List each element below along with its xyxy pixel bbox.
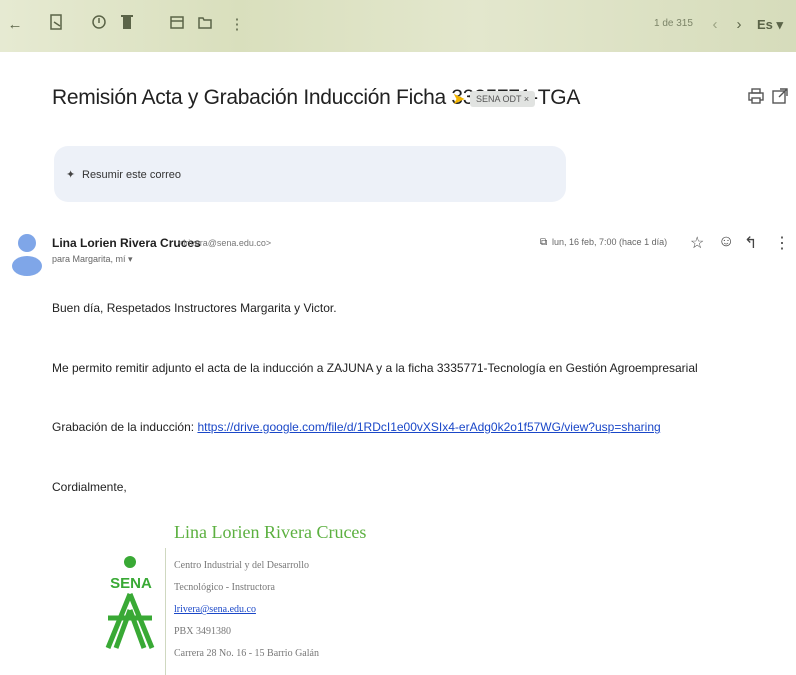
recording-label: Grabación de la inducción: (52, 420, 198, 434)
more-vert-message-icon[interactable]: ⋮ (774, 233, 790, 253)
mark-unread-icon[interactable] (166, 14, 188, 36)
move-to-icon[interactable] (194, 14, 216, 36)
print-icon[interactable] (748, 88, 764, 109)
important-marker-icon[interactable]: ➤ (452, 89, 465, 109)
closing-text: Cordialmente, (52, 480, 127, 494)
summarize-email-button[interactable]: ✦ Resumir este correo (54, 146, 566, 202)
recipients-dropdown[interactable]: para Margarita, mí ▾ (52, 254, 133, 265)
sena-logo: SENA (100, 552, 162, 652)
toolbar: ← ⋮ 1 de 315 ‹ › Es ▾ (0, 0, 796, 52)
delete-icon[interactable] (116, 14, 138, 36)
back-arrow-icon[interactable]: ← (4, 14, 26, 36)
sena-logo-text: SENA (110, 575, 152, 592)
archive-icon[interactable] (46, 14, 68, 36)
signature-line-1: Centro Industrial y del Desarrollo (174, 560, 309, 571)
star-icon[interactable]: ☆ (690, 233, 704, 253)
report-spam-icon[interactable] (88, 14, 110, 36)
chevron-left-icon[interactable]: ‹ (704, 14, 726, 36)
body-paragraph: Me permito remitir adjunto el acta de la… (52, 361, 698, 375)
recording-link[interactable]: https://drive.google.com/file/d/1RDcI1e0… (197, 420, 660, 434)
input-tools-button[interactable]: Es ▾ (752, 14, 788, 36)
greeting-text: Buen día, Respetados Instructores Margar… (52, 301, 337, 315)
pagination-count: 1 de 315 (654, 18, 693, 29)
signature-divider (165, 548, 166, 675)
sender-email: <lrivera@sena.edu.co> (178, 238, 272, 248)
signature-phone: PBX 3491380 (174, 626, 231, 637)
label-chip[interactable]: SENA ODT × (470, 91, 536, 107)
summarize-label: Resumir este correo (82, 169, 182, 181)
signature-line-2: Tecnológico - Instructora (174, 582, 275, 593)
more-vert-icon[interactable]: ⋮ (226, 14, 248, 36)
signature-address: Carrera 28 No. 16 - 15 Barrio Galán (174, 648, 319, 659)
recording-line: Grabación de la inducción: https://drive… (52, 420, 661, 434)
email-date: lun, 16 feb, 7:00 (hace 1 día) (552, 237, 668, 247)
attachment-icon: ⧉ (540, 237, 548, 248)
reply-icon[interactable]: ↰ (744, 233, 757, 253)
open-new-window-icon[interactable] (772, 88, 788, 109)
signature-name: Lina Lorien Rivera Cruces (174, 522, 367, 542)
signature-email: lrivera@sena.edu.co (174, 604, 256, 615)
sparkle-icon: ✦ (66, 169, 76, 181)
emoji-reaction-icon[interactable]: ☺ (718, 233, 734, 251)
chevron-right-icon[interactable]: › (728, 14, 750, 36)
signature-email-link[interactable]: lrivera@sena.edu.co (174, 604, 256, 615)
avatar[interactable] (10, 230, 44, 282)
